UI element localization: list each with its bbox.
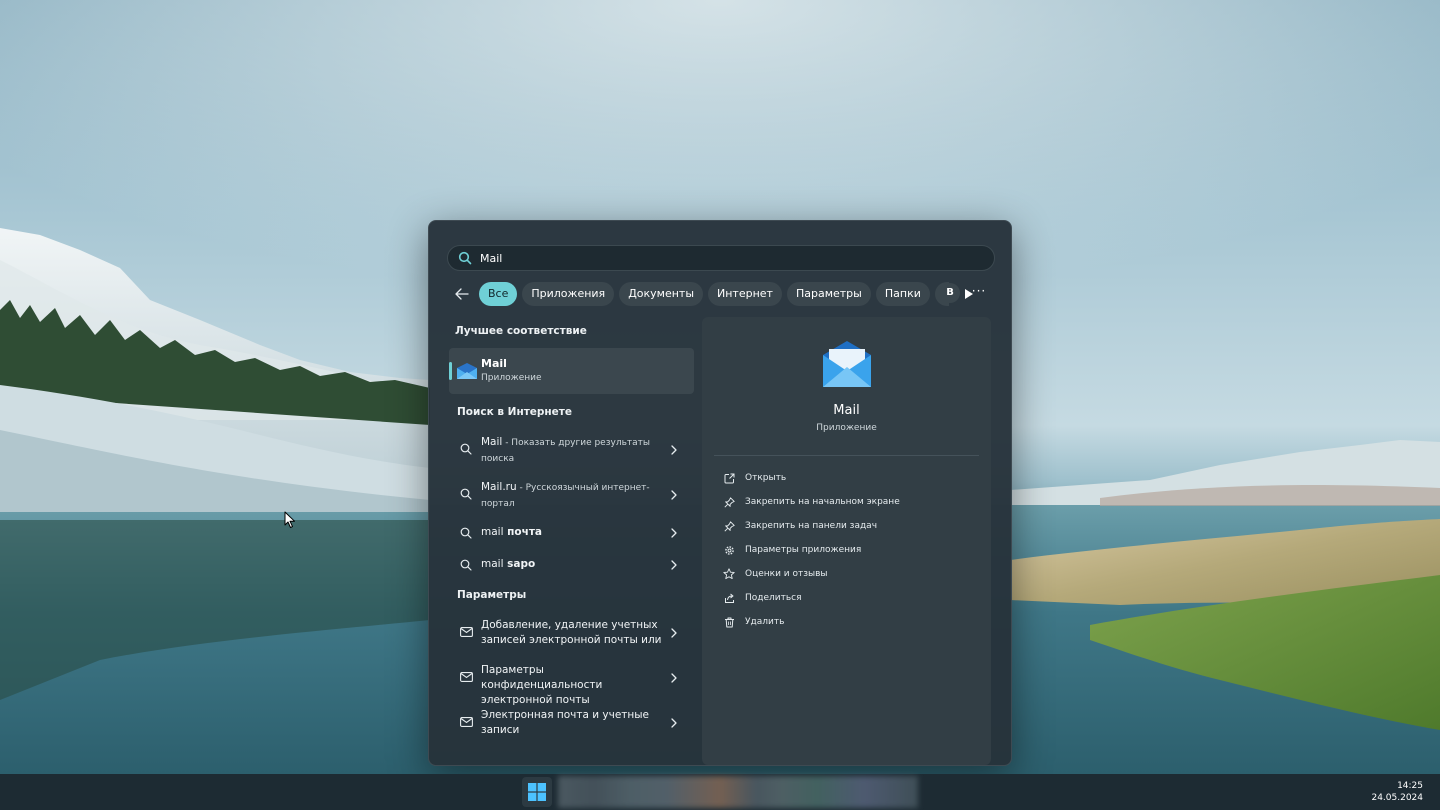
web-result-bold: Mail.ru	[481, 481, 517, 493]
windows-logo-icon	[528, 783, 546, 801]
filter-chip-internet[interactable]: Интернет	[708, 282, 782, 306]
search-icon	[460, 443, 472, 455]
filter-chip-all[interactable]: Все	[479, 282, 518, 306]
action-label: Открыть	[745, 473, 787, 483]
filter-chip-folders[interactable]: Папки	[875, 282, 930, 306]
chevron-right-icon	[671, 560, 677, 570]
clock-date: 24.05.2024	[1371, 793, 1423, 803]
chevron-right-icon	[671, 490, 677, 500]
settings-result-label: Добавление, удаление учетных записей эле…	[481, 619, 662, 646]
open-external-icon	[724, 473, 734, 483]
action-pin-start[interactable]: Закрепить на начальном экране	[722, 494, 900, 510]
arrow-left-icon	[455, 288, 469, 300]
action-label: Оценки и отзывы	[745, 569, 828, 579]
mail-envelope-icon	[460, 627, 473, 637]
chevron-right-icon	[671, 673, 677, 683]
pinned-apps-blurred[interactable]	[558, 776, 918, 808]
system-clock[interactable]: 14:25 24.05.2024	[1371, 780, 1423, 804]
filter-chip-apps[interactable]: Приложения	[522, 282, 615, 306]
pin-icon	[723, 496, 735, 508]
gear-icon	[724, 545, 734, 555]
chevron-right-icon	[671, 718, 677, 728]
web-search-heading: Поиск в Интернете	[457, 406, 573, 418]
action-open[interactable]: Открыть	[722, 470, 786, 486]
web-result-desc: - Показать другие результаты поиска	[481, 438, 650, 464]
best-match-heading: Лучшее соответствие	[455, 325, 587, 337]
action-share[interactable]: Поделиться	[722, 590, 802, 606]
web-result-plain: mail	[481, 558, 504, 570]
pin-icon	[723, 520, 735, 532]
action-uninstall[interactable]: Удалить	[722, 614, 784, 630]
settings-result-label: Электронная почта и учетные записи	[481, 709, 650, 736]
settings-result-row[interactable]: Добавление, удаление учетных записей эле…	[449, 618, 694, 648]
web-result-row[interactable]: Mail.ru - Русскоязычный интернет-портал	[449, 480, 694, 510]
search-input[interactable]	[480, 251, 960, 265]
search-icon	[460, 488, 472, 500]
best-match-subtitle: Приложение	[481, 373, 542, 383]
settings-heading: Параметры	[457, 589, 527, 601]
search-icon	[460, 559, 472, 571]
search-icon	[460, 527, 472, 539]
search-box[interactable]	[447, 245, 995, 271]
more-options-button[interactable]: ···	[970, 283, 988, 303]
web-result-bold: Mail	[481, 436, 503, 448]
action-label: Закрепить на панели задач	[745, 521, 878, 531]
detail-subtitle: Приложение	[816, 423, 877, 433]
action-rate-review[interactable]: Оценки и отзывы	[722, 566, 828, 582]
start-search-panel: Все Приложения Документы Интернет Параме…	[428, 220, 1012, 766]
clock-time: 14:25	[1397, 781, 1423, 791]
filter-chip-settings[interactable]: Параметры	[786, 282, 871, 306]
action-app-settings[interactable]: Параметры приложения	[722, 542, 861, 558]
chevron-right-icon	[671, 445, 677, 455]
best-match-item[interactable]: Mail Приложение	[449, 348, 694, 394]
web-result-bold: sapo	[503, 558, 536, 570]
filter-chip-documents[interactable]: Документы	[619, 282, 704, 306]
selection-indicator	[449, 362, 452, 380]
settings-result-label: Параметры конфиденциальности электронной…	[481, 664, 603, 706]
action-label: Поделиться	[745, 593, 802, 603]
best-match-title: Mail	[481, 357, 507, 370]
taskbar: 14:25 24.05.2024	[0, 774, 1440, 810]
start-button[interactable]	[522, 777, 552, 807]
web-result-plain: mail	[481, 526, 504, 538]
account-avatar[interactable]: В	[940, 283, 960, 303]
web-result-bold: почта	[503, 526, 543, 538]
back-button[interactable]	[451, 283, 473, 305]
action-label: Параметры приложения	[745, 545, 862, 555]
settings-result-row[interactable]: Параметры конфиденциальности электронной…	[449, 663, 694, 706]
star-icon	[723, 568, 735, 580]
divider	[714, 455, 979, 456]
result-detail-pane: Mail Приложение Открыть Закрепить на нач…	[702, 317, 991, 765]
mail-envelope-icon	[460, 672, 473, 682]
action-label: Удалить	[745, 617, 785, 627]
search-icon	[458, 251, 472, 265]
action-label: Закрепить на начальном экране	[745, 497, 900, 507]
mouse-cursor-icon	[284, 511, 295, 528]
web-result-row[interactable]: mail sapo	[449, 557, 694, 575]
share-icon	[724, 593, 734, 603]
mail-app-large-icon	[823, 341, 871, 387]
detail-title: Mail	[833, 403, 860, 418]
chevron-right-icon	[671, 528, 677, 538]
action-pin-taskbar[interactable]: Закрепить на панели задач	[722, 518, 877, 534]
mail-app-icon	[457, 363, 477, 379]
trash-icon	[724, 617, 734, 627]
mail-envelope-icon	[460, 717, 473, 727]
chevron-right-icon	[671, 628, 677, 638]
web-result-row[interactable]: Mail - Показать другие результаты поиска	[449, 435, 694, 465]
filter-bar: Все Приложения Документы Интернет Параме…	[451, 281, 978, 307]
settings-result-row[interactable]: Электронная почта и учетные записи	[449, 708, 694, 738]
web-result-row[interactable]: mail почта	[449, 525, 694, 543]
